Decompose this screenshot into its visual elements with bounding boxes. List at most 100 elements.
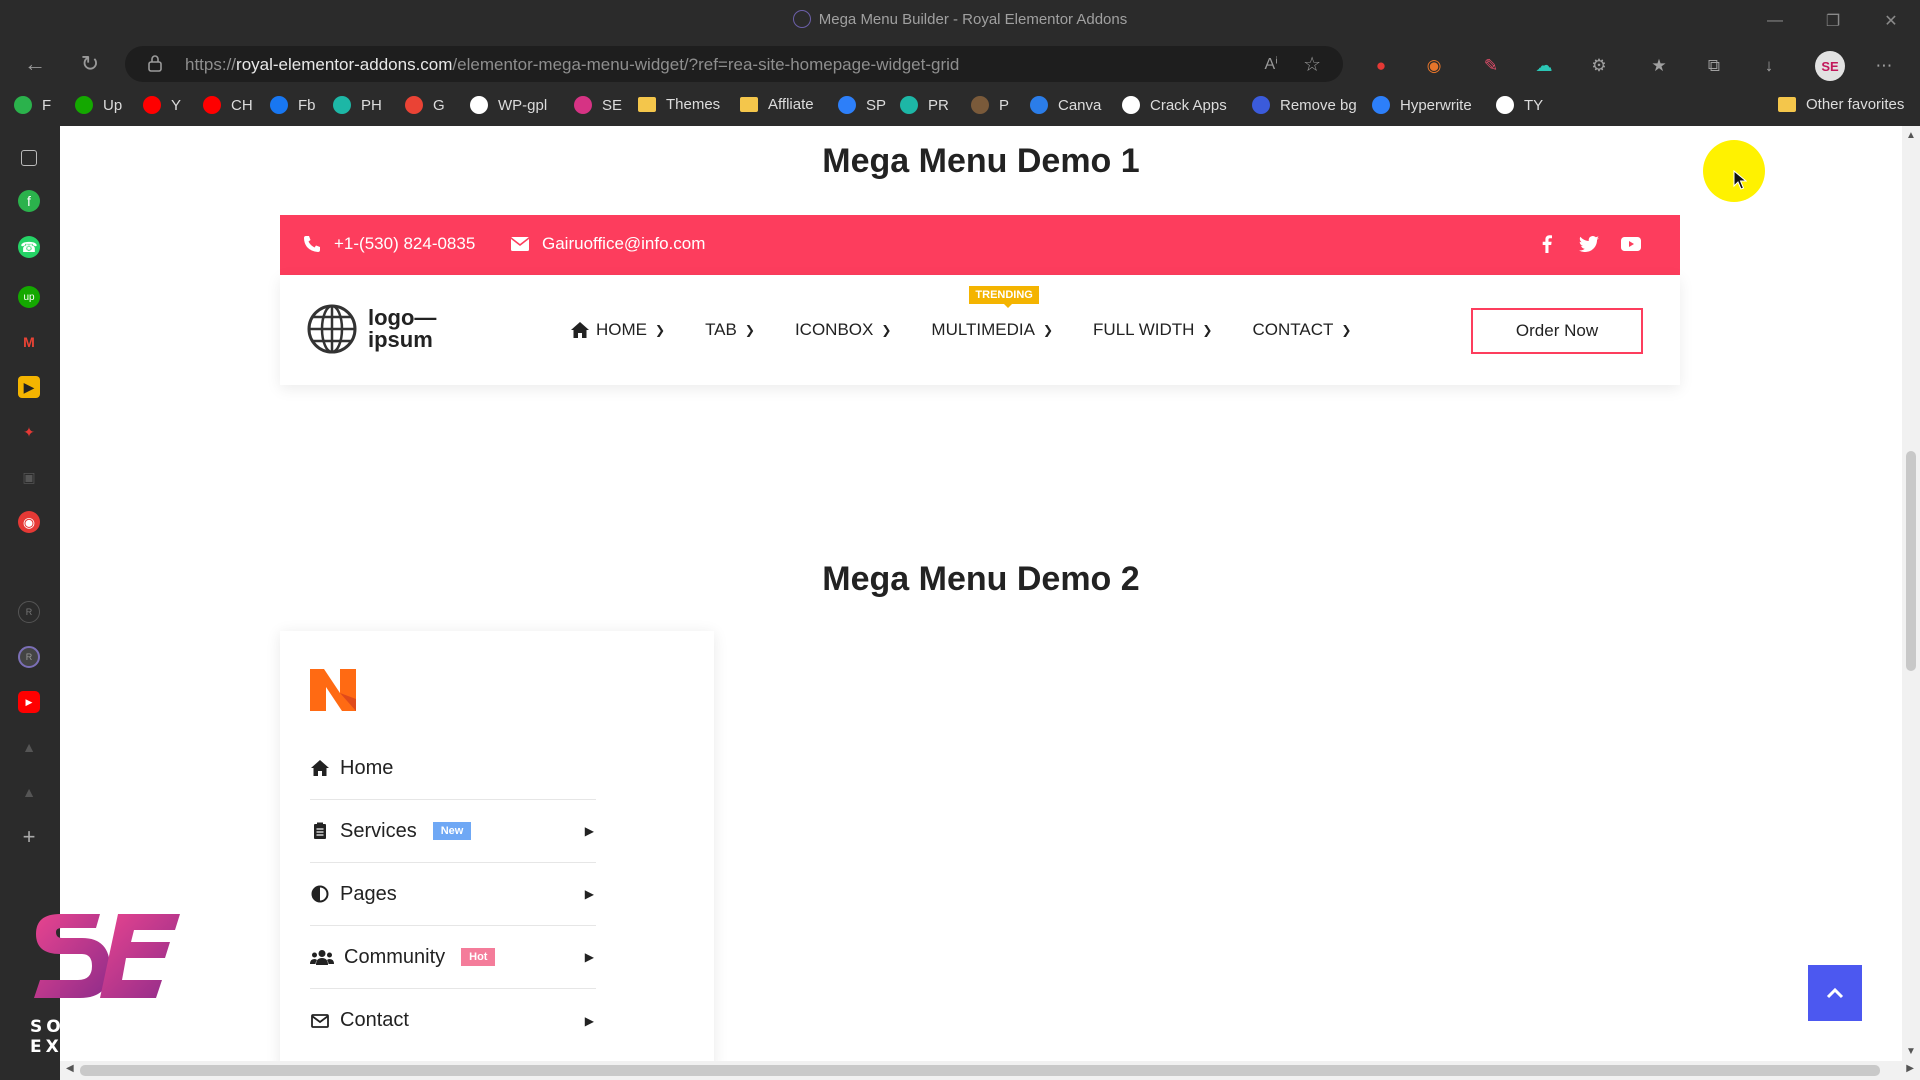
vmenu-item-home[interactable]: Home	[310, 737, 596, 800]
chevron-down-icon: ❯	[1341, 323, 1352, 337]
mouse-cursor-icon	[1733, 170, 1747, 190]
menu-label: ICONBOX	[794, 320, 874, 339]
bookmark-label: P	[999, 96, 1010, 114]
phone-icon	[304, 236, 320, 252]
bookmark-fb[interactable]: Fb	[270, 96, 316, 114]
collections-icon[interactable]: ⧉	[1703, 55, 1725, 77]
canva-icon	[1030, 96, 1048, 114]
envelope-icon	[510, 237, 530, 251]
menu-item-full-width[interactable]: FULL WIDTH ❯	[1093, 320, 1212, 340]
close-icon[interactable]: ✕	[1862, 0, 1920, 42]
faded-app-icon[interactable]: ▲	[18, 736, 40, 758]
youtube-icon[interactable]: ▶	[18, 691, 40, 713]
vmenu-item-services[interactable]: Services New ▶	[310, 800, 596, 863]
cloud-extension-icon[interactable]: ☁	[1533, 55, 1555, 77]
caret-right-icon: ▶	[584, 824, 594, 838]
chevron-down-icon: ❯	[1202, 323, 1213, 337]
bookmark-crack-apps[interactable]: Crack Apps	[1122, 96, 1227, 114]
facebook-icon[interactable]	[1536, 233, 1558, 255]
record-icon[interactable]: ◉	[18, 511, 40, 533]
n-logo-icon[interactable]	[310, 669, 358, 711]
url-text[interactable]: https://royal-elementor-addons.com/eleme…	[185, 55, 959, 75]
bookmark-remove-bg[interactable]: Remove bg	[1252, 96, 1357, 114]
rea-app-icon[interactable]: R	[18, 601, 40, 623]
more-menu-icon[interactable]: ⋯	[1873, 55, 1895, 77]
scroll-right-arrow-icon[interactable]: ▶	[1906, 1063, 1914, 1074]
scroll-up-arrow-icon[interactable]: ▲	[1902, 130, 1920, 141]
vmenu-item-community[interactable]: Community Hot ▶	[310, 926, 596, 989]
feedly-icon[interactable]: f	[18, 190, 40, 212]
tabs-icon[interactable]	[21, 150, 37, 166]
menu-item-multimedia[interactable]: TRENDING MULTIMEDIA ❯	[931, 286, 1053, 340]
office-extension-icon[interactable]: ◉	[1423, 55, 1445, 77]
minimize-icon[interactable]: —	[1746, 0, 1804, 42]
twitter-icon[interactable]	[1578, 233, 1600, 255]
order-now-button[interactable]: Order Now	[1471, 308, 1643, 354]
restore-icon[interactable]: ❐	[1804, 0, 1862, 42]
bookmark-canva[interactable]: Canva	[1030, 96, 1101, 114]
upwork-icon[interactable]: up	[18, 286, 40, 308]
bookmark-f[interactable]: F	[14, 96, 51, 114]
bookmark-se[interactable]: SE	[574, 96, 622, 114]
favorites-icon[interactable]: ★	[1648, 55, 1670, 77]
horizontal-scrollbar[interactable]: ◀ ▶	[60, 1061, 1920, 1080]
address-bar[interactable]: https://royal-elementor-addons.com/eleme…	[125, 46, 1343, 82]
bookmark-label: Up	[103, 96, 123, 114]
gmail-icon[interactable]: M	[18, 331, 40, 353]
bookmark-hyperwrite[interactable]: Hyperwrite	[1372, 96, 1472, 114]
other-favorites-folder[interactable]: Other favorites	[1778, 96, 1904, 113]
phone-contact[interactable]: +1-(530) 824-0835	[302, 234, 475, 254]
menu-item-iconbox[interactable]: ICONBOX ❯	[795, 320, 891, 340]
vertical-scrollbar-thumb[interactable]	[1906, 451, 1916, 671]
vmenu-item-contact[interactable]: Contact ▶	[310, 989, 596, 1052]
add-icon[interactable]: +	[18, 824, 40, 849]
profile-avatar[interactable]: SE	[1815, 51, 1845, 81]
pin-icon[interactable]: ✦	[18, 421, 40, 443]
main-menu: HOME ❯ TAB ❯ ICONBOX ❯ TRENDING MULTIMEDIA ❯…	[570, 286, 1391, 340]
extensions-icon[interactable]: ⚙	[1588, 55, 1610, 77]
site-logo[interactable]: logo— ipsum	[306, 303, 436, 355]
bookmark-themes[interactable]: Themes	[638, 96, 720, 113]
download-icon[interactable]: ↓	[1758, 55, 1780, 77]
bookmark-ph[interactable]: PH	[333, 96, 382, 114]
new-badge: New	[432, 822, 472, 840]
scroll-to-top-button[interactable]	[1808, 965, 1862, 1021]
bookmark-wp-gpl[interactable]: WP-gpl	[470, 96, 547, 114]
bookmark-affliate[interactable]: Affliate	[740, 96, 814, 113]
bookmark-ch[interactable]: CH	[203, 96, 253, 114]
vertical-scrollbar[interactable]: ▲ ▼	[1902, 126, 1920, 1061]
email-contact[interactable]: Gairuoffice@info.com	[510, 234, 705, 254]
chevron-down-icon: ❯	[655, 323, 666, 337]
refresh-icon[interactable]: ↻	[74, 48, 106, 80]
bookmark-label: Canva	[1058, 96, 1102, 114]
menu-item-contact[interactable]: CONTACT ❯	[1252, 320, 1351, 340]
read-aloud-icon[interactable]: Aⁱ	[1264, 54, 1278, 74]
add-favorite-icon[interactable]: ☆	[1303, 52, 1321, 77]
browser-toolbar: ← ↻ https://royal-elementor-addons.com/e…	[0, 42, 1920, 86]
faded-app-icon[interactable]: ▣	[18, 466, 40, 488]
menu-item-home[interactable]: HOME ❯	[570, 320, 665, 340]
whatsapp-icon[interactable]: ☎	[18, 236, 40, 258]
vmenu-label: Contact	[340, 1009, 409, 1031]
pen-extension-icon[interactable]: ✎	[1480, 55, 1502, 77]
youtube-icon[interactable]	[1620, 233, 1642, 255]
bookmark-pr[interactable]: PR	[900, 96, 949, 114]
bookmark-sp[interactable]: SP	[838, 96, 886, 114]
bookmark-g[interactable]: G	[405, 96, 445, 114]
scroll-down-arrow-icon[interactable]: ▼	[1902, 1046, 1920, 1057]
menu-item-tab[interactable]: TAB ❯	[705, 320, 755, 340]
bookmark-ty[interactable]: TY	[1496, 96, 1543, 114]
adblock-extension-icon[interactable]: ●	[1370, 55, 1392, 77]
play-icon[interactable]: ▶	[18, 376, 40, 398]
vmenu-item-pages[interactable]: Pages ▶	[310, 863, 596, 926]
bookmark-p[interactable]: P	[971, 96, 1009, 114]
rea-active-icon[interactable]: R	[18, 646, 40, 668]
youtube-icon	[143, 96, 161, 114]
faded-app-icon[interactable]: ▲	[18, 781, 40, 803]
back-icon[interactable]: ←	[19, 48, 51, 80]
bookmark-y[interactable]: Y	[143, 96, 181, 114]
horizontal-scrollbar-thumb[interactable]	[80, 1065, 1880, 1076]
bookmark-up[interactable]: Up	[75, 96, 122, 114]
vertical-mega-menu: Home Services New ▶ Pages ▶ Community Ho…	[280, 631, 714, 1061]
scroll-left-arrow-icon[interactable]: ◀	[66, 1063, 74, 1074]
